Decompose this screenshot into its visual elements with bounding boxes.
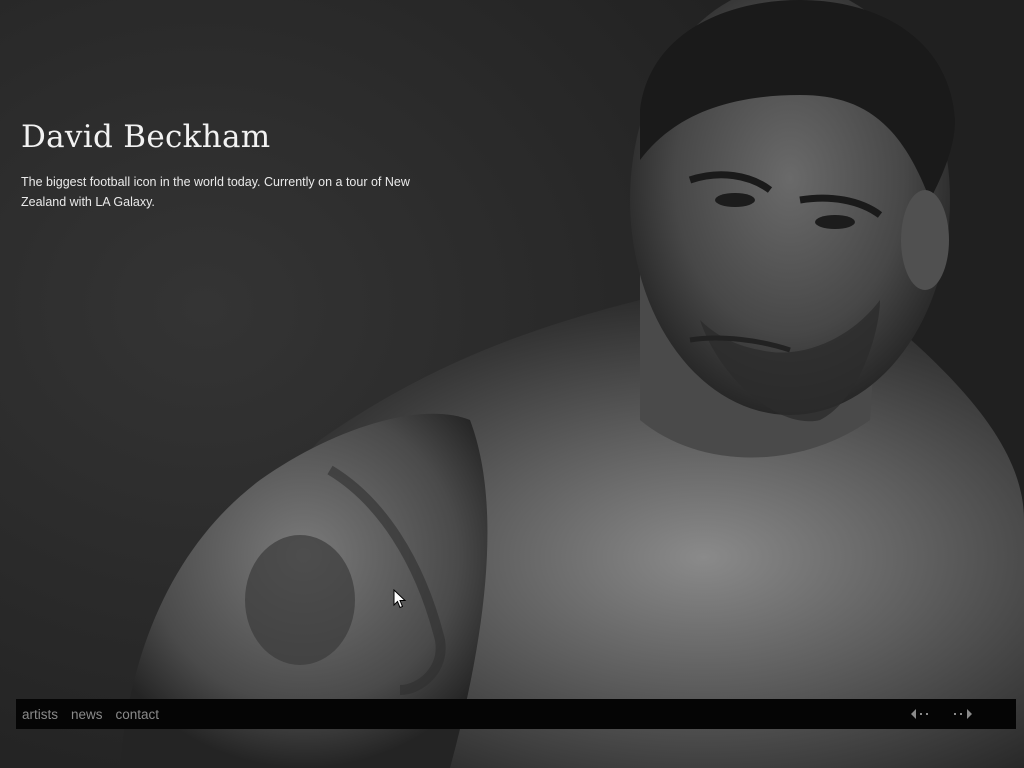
bottom-navbar: artists news contact (16, 699, 1016, 729)
slide-arrows (910, 699, 974, 729)
nav-links: artists news contact (22, 699, 159, 729)
nav-link-contact[interactable]: contact (116, 707, 160, 722)
slide-caption: David Beckham The biggest football icon … (21, 118, 441, 212)
nav-link-news[interactable]: news (71, 707, 103, 722)
arrow-right-icon[interactable] (952, 708, 974, 720)
nav-link-artists[interactable]: artists (22, 707, 58, 722)
slide-description: The biggest football icon in the world t… (21, 175, 410, 209)
portrait-photo (120, 0, 1024, 768)
arrow-left-icon[interactable] (910, 708, 932, 720)
mouse-cursor-icon (393, 589, 407, 609)
slideshow-stage: David Beckham The biggest football icon … (0, 0, 1024, 768)
slide-title: David Beckham (21, 119, 271, 155)
